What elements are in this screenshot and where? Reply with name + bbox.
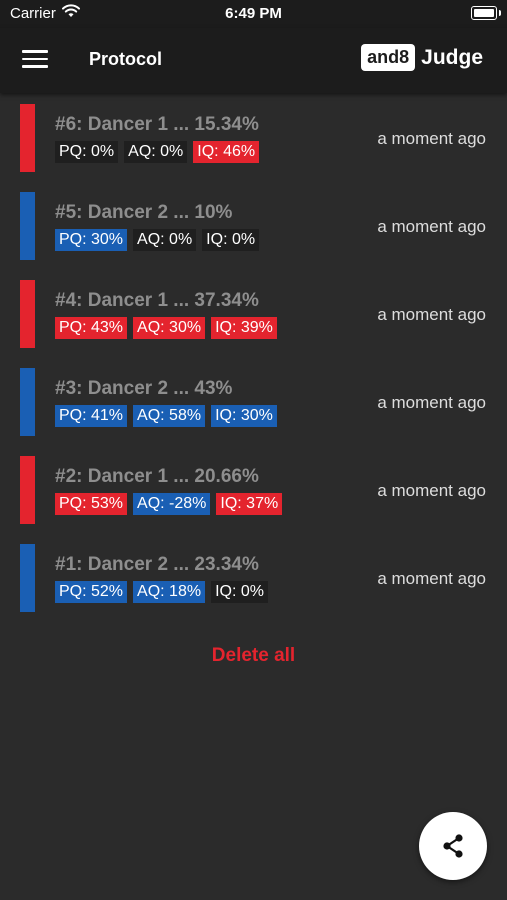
list-item[interactable]: #5: Dancer 2 ... 10% PQ: 30% AQ: 0% IQ: 0% a…	[0, 188, 507, 276]
score-badges: PQ: 43% AQ: 30% IQ: 39%	[55, 317, 283, 339]
list-item[interactable]: #3: Dancer 2 ... 43% PQ: 41% AQ: 58% IQ: 30…	[0, 364, 507, 452]
entry-title: #6: Dancer 1 ... 15.34%	[55, 114, 259, 135]
score-badge: IQ: 30%	[211, 405, 277, 427]
hamburger-menu-icon[interactable]	[22, 50, 48, 70]
score-badges: PQ: 30% AQ: 0% IQ: 0%	[55, 229, 265, 251]
protocol-list: #6: Dancer 1 ... 15.34% PQ: 0% AQ: 0% IQ: 4…	[0, 100, 507, 628]
entry-timestamp: a moment ago	[377, 393, 486, 412]
score-badge: AQ: 18%	[133, 581, 206, 603]
battery-icon	[471, 6, 501, 20]
share-button[interactable]	[419, 812, 487, 880]
entry-timestamp: a moment ago	[377, 217, 486, 236]
score-badge: AQ: 30%	[133, 317, 206, 339]
dancer-color-bar	[20, 192, 35, 260]
score-badge: PQ: 52%	[55, 581, 128, 603]
score-badge: AQ: -28%	[133, 493, 211, 515]
score-badge: IQ: 0%	[211, 581, 268, 603]
entry-title: #2: Dancer 1 ... 20.66%	[55, 466, 259, 487]
score-badge: AQ: 0%	[124, 141, 188, 163]
brand-logo: and8 Judge	[361, 44, 483, 71]
score-badge: PQ: 41%	[55, 405, 128, 427]
score-badge: PQ: 0%	[55, 141, 119, 163]
entry-title: #3: Dancer 2 ... 43%	[55, 378, 233, 399]
score-badge: IQ: 46%	[193, 141, 260, 163]
dancer-color-bar	[20, 544, 35, 612]
dancer-color-bar	[20, 368, 35, 436]
score-badge: PQ: 30%	[55, 229, 128, 251]
app-bar: Protocol and8 Judge	[0, 28, 507, 93]
score-badges: PQ: 41% AQ: 58% IQ: 30%	[55, 405, 283, 427]
list-item[interactable]: #4: Dancer 1 ... 37.34% PQ: 43% AQ: 30% IQ:…	[0, 276, 507, 364]
status-time: 6:49 PM	[225, 5, 282, 22]
brand-box: and8	[361, 44, 416, 71]
list-item[interactable]: #1: Dancer 2 ... 23.34% PQ: 52% AQ: 18% IQ:…	[0, 540, 507, 628]
dancer-color-bar	[20, 456, 35, 524]
entry-title: #5: Dancer 2 ... 10%	[55, 202, 233, 223]
page-title: Protocol	[89, 49, 163, 69]
dancer-color-bar	[20, 280, 35, 348]
score-badge: IQ: 37%	[216, 493, 283, 515]
entry-timestamp: a moment ago	[377, 305, 486, 324]
score-badges: PQ: 52% AQ: 18% IQ: 0%	[55, 581, 274, 603]
entry-timestamp: a moment ago	[377, 569, 486, 588]
score-badge: PQ: 43%	[55, 317, 128, 339]
entry-timestamp: a moment ago	[377, 481, 486, 500]
score-badges: PQ: 0% AQ: 0% IQ: 46%	[55, 141, 265, 163]
entry-title: #4: Dancer 1 ... 37.34%	[55, 290, 259, 311]
entry-title: #1: Dancer 2 ... 23.34%	[55, 554, 259, 575]
status-bar: Carrier 6:49 PM	[0, 0, 507, 28]
entry-timestamp: a moment ago	[377, 129, 486, 148]
delete-all-button[interactable]: Delete all	[0, 645, 507, 667]
share-icon	[443, 834, 463, 858]
score-badge: IQ: 39%	[211, 317, 277, 339]
score-badge: IQ: 0%	[202, 229, 260, 251]
score-badge: AQ: 58%	[133, 405, 206, 427]
list-item[interactable]: #6: Dancer 1 ... 15.34% PQ: 0% AQ: 0% IQ: 4…	[0, 100, 507, 188]
brand-text: Judge	[421, 45, 483, 69]
score-badges: PQ: 53% AQ: -28% IQ: 37%	[55, 493, 288, 515]
score-badge: AQ: 0%	[133, 229, 197, 251]
score-badge: PQ: 53%	[55, 493, 128, 515]
dancer-color-bar	[20, 104, 35, 172]
list-item[interactable]: #2: Dancer 1 ... 20.66% PQ: 53% AQ: -28% IQ…	[0, 452, 507, 540]
